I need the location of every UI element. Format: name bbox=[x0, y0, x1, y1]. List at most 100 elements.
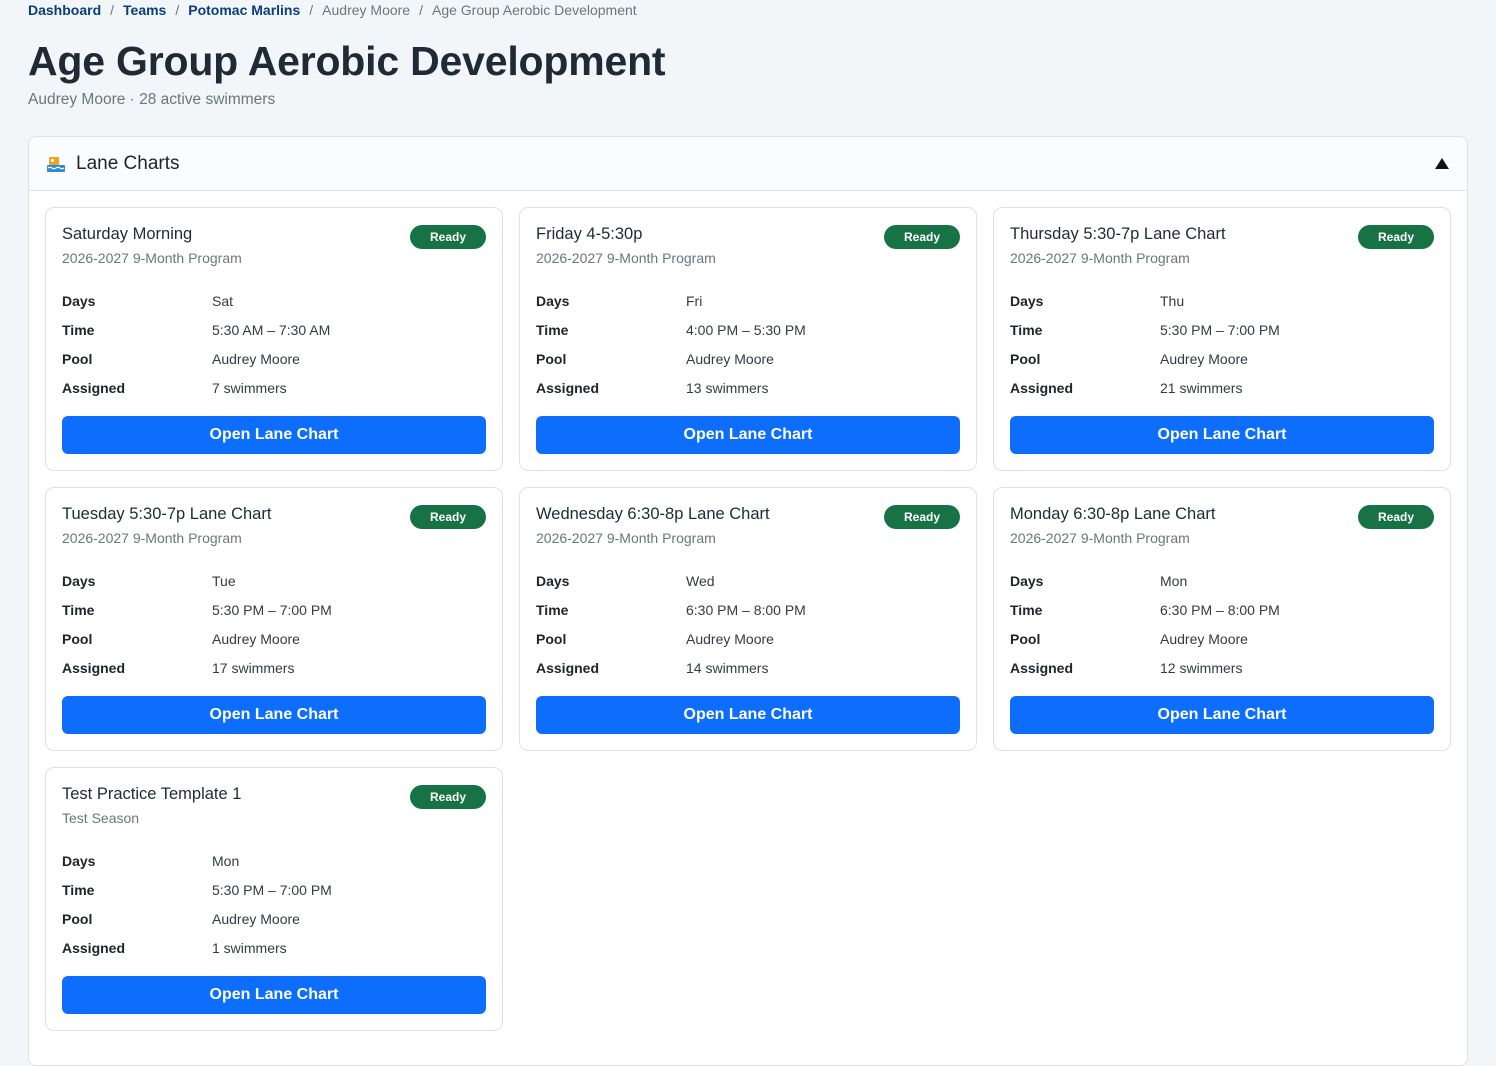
lane-chart-grid: Saturday Morning 2026-2027 9-Month Progr… bbox=[45, 207, 1451, 1031]
collapse-triangle-icon[interactable] bbox=[1435, 158, 1449, 169]
days-value: Tue bbox=[212, 572, 236, 589]
lane-chart-card: Tuesday 5:30-7p Lane Chart 2026-2027 9-M… bbox=[45, 487, 503, 751]
detail-row-pool: Pool Audrey Moore bbox=[62, 904, 486, 933]
time-value: 4:00 PM – 5:30 PM bbox=[686, 321, 806, 338]
card-title: Thursday 5:30-7p Lane Chart bbox=[1010, 225, 1226, 243]
detail-row-time: Time 6:30 PM – 8:00 PM bbox=[536, 595, 960, 624]
pool-value: Audrey Moore bbox=[686, 630, 774, 647]
card-title: Wednesday 6:30-8p Lane Chart bbox=[536, 505, 770, 523]
pool-value: Audrey Moore bbox=[1160, 630, 1248, 647]
pool-label: Pool bbox=[62, 350, 93, 367]
card-title: Test Practice Template 1 bbox=[62, 785, 242, 803]
status-badge: Ready bbox=[1358, 225, 1434, 249]
breadcrumb-separator: / bbox=[419, 2, 423, 18]
open-lane-chart-button[interactable]: Open Lane Chart bbox=[1010, 416, 1434, 454]
detail-row-days: Days Tue bbox=[62, 566, 486, 595]
days-value: Wed bbox=[686, 572, 715, 589]
assigned-value: 14 swimmers bbox=[686, 659, 769, 676]
assigned-value: 7 swimmers bbox=[212, 379, 287, 396]
days-value: Thu bbox=[1160, 292, 1185, 309]
status-badge: Ready bbox=[884, 225, 960, 249]
breadcrumb-separator: / bbox=[309, 2, 314, 18]
card-title: Friday 4-5:30p bbox=[536, 225, 643, 243]
time-value: 5:30 PM – 7:00 PM bbox=[212, 601, 332, 618]
lane-chart-card: Monday 6:30-8p Lane Chart 2026-2027 9-Mo… bbox=[993, 487, 1451, 751]
card-title: Tuesday 5:30-7p Lane Chart bbox=[62, 505, 272, 523]
lane-chart-card: Friday 4-5:30p 2026-2027 9-Month Program… bbox=[519, 207, 977, 471]
assigned-value: 12 swimmers bbox=[1160, 659, 1243, 676]
detail-row-days: Days Mon bbox=[62, 846, 486, 875]
breadcrumb-dashboard[interactable]: Dashboard bbox=[28, 2, 101, 18]
breadcrumb-team[interactable]: Potomac Marlins bbox=[188, 2, 300, 18]
card-details: Days Mon Time 5:30 PM – 7:00 PM Pool Aud… bbox=[62, 846, 486, 962]
detail-row-assigned: Assigned 7 swimmers bbox=[62, 373, 486, 402]
card-season: Test Season bbox=[62, 810, 140, 826]
card-season: 2026-2027 9-Month Program bbox=[1010, 250, 1190, 266]
pool-value: Audrey Moore bbox=[212, 350, 300, 367]
assigned-value: 1 swimmers bbox=[212, 939, 287, 956]
status-badge: Ready bbox=[410, 785, 486, 809]
pool-value: Audrey Moore bbox=[212, 630, 300, 647]
card-season: 2026-2027 9-Month Program bbox=[536, 530, 716, 546]
assigned-label: Assigned bbox=[62, 939, 126, 956]
status-badge: Ready bbox=[1358, 505, 1434, 529]
detail-row-assigned: Assigned 1 swimmers bbox=[62, 933, 486, 962]
detail-row-time: Time 5:30 PM – 7:00 PM bbox=[62, 595, 486, 624]
detail-row-assigned: Assigned 13 swimmers bbox=[536, 373, 960, 402]
detail-row-days: Days Mon bbox=[1010, 566, 1434, 595]
card-details: Days Thu Time 5:30 PM – 7:00 PM Pool Aud… bbox=[1010, 286, 1434, 402]
breadcrumb-current: Age Group Aerobic Development bbox=[431, 2, 637, 18]
time-label: Time bbox=[62, 601, 95, 618]
time-value: 6:30 PM – 8:00 PM bbox=[686, 601, 806, 618]
assigned-label: Assigned bbox=[1010, 659, 1074, 676]
time-value: 5:30 AM – 7:30 AM bbox=[212, 321, 331, 338]
time-value: 5:30 PM – 7:00 PM bbox=[1160, 321, 1280, 338]
lane-chart-card: Wednesday 6:30-8p Lane Chart 2026-2027 9… bbox=[519, 487, 977, 751]
detail-row-days: Days Wed bbox=[536, 566, 960, 595]
card-details: Days Sat Time 5:30 AM – 7:30 AM Pool Aud… bbox=[62, 286, 486, 402]
card-details: Days Tue Time 5:30 PM – 7:00 PM Pool Aud… bbox=[62, 566, 486, 682]
time-value: 6:30 PM – 8:00 PM bbox=[1160, 601, 1280, 618]
pool-value: Audrey Moore bbox=[1160, 350, 1248, 367]
time-label: Time bbox=[62, 321, 95, 338]
open-lane-chart-button[interactable]: Open Lane Chart bbox=[536, 416, 960, 454]
days-label: Days bbox=[62, 852, 96, 869]
breadcrumb-teams[interactable]: Teams bbox=[123, 2, 166, 18]
assigned-value: 21 swimmers bbox=[1160, 379, 1243, 396]
open-lane-chart-button[interactable]: Open Lane Chart bbox=[62, 976, 486, 1014]
open-lane-chart-button[interactable]: Open Lane Chart bbox=[62, 696, 486, 734]
breadcrumb-separator: / bbox=[175, 2, 180, 18]
days-label: Days bbox=[1010, 572, 1044, 589]
lane-charts-header[interactable]: Lane Charts bbox=[29, 137, 1467, 191]
open-lane-chart-button[interactable]: Open Lane Chart bbox=[536, 696, 960, 734]
card-title: Saturday Morning bbox=[62, 225, 193, 243]
page-title: Age Group Aerobic Development bbox=[28, 38, 666, 84]
breadcrumb-separator: / bbox=[110, 2, 115, 18]
days-value: Sat bbox=[212, 292, 234, 309]
open-lane-chart-button[interactable]: Open Lane Chart bbox=[1010, 696, 1434, 734]
days-value: Mon bbox=[1160, 572, 1188, 589]
time-label: Time bbox=[62, 881, 95, 898]
pool-label: Pool bbox=[1010, 350, 1041, 367]
detail-row-pool: Pool Audrey Moore bbox=[62, 344, 486, 373]
card-title: Monday 6:30-8p Lane Chart bbox=[1010, 505, 1216, 523]
detail-row-days: Days Fri bbox=[536, 286, 960, 315]
pool-label: Pool bbox=[1010, 630, 1041, 647]
card-season: 2026-2027 9-Month Program bbox=[536, 250, 716, 266]
open-lane-chart-button[interactable]: Open Lane Chart bbox=[62, 416, 486, 454]
detail-row-time: Time 6:30 PM – 8:00 PM bbox=[1010, 595, 1434, 624]
detail-row-time: Time 5:30 PM – 7:00 PM bbox=[1010, 315, 1434, 344]
assigned-label: Assigned bbox=[62, 659, 126, 676]
time-label: Time bbox=[536, 321, 569, 338]
pool-label: Pool bbox=[62, 910, 93, 927]
assigned-label: Assigned bbox=[536, 379, 600, 396]
detail-row-days: Days Sat bbox=[62, 286, 486, 315]
pool-value: Audrey Moore bbox=[212, 910, 300, 927]
lane-chart-card: Saturday Morning 2026-2027 9-Month Progr… bbox=[45, 207, 503, 471]
assigned-label: Assigned bbox=[1010, 379, 1074, 396]
breadcrumb: Dashboard / Teams / Potomac Marlins / Au… bbox=[28, 2, 637, 18]
detail-row-assigned: Assigned 17 swimmers bbox=[62, 653, 486, 682]
detail-row-pool: Pool Audrey Moore bbox=[62, 624, 486, 653]
detail-row-assigned: Assigned 14 swimmers bbox=[536, 653, 960, 682]
status-badge: Ready bbox=[884, 505, 960, 529]
